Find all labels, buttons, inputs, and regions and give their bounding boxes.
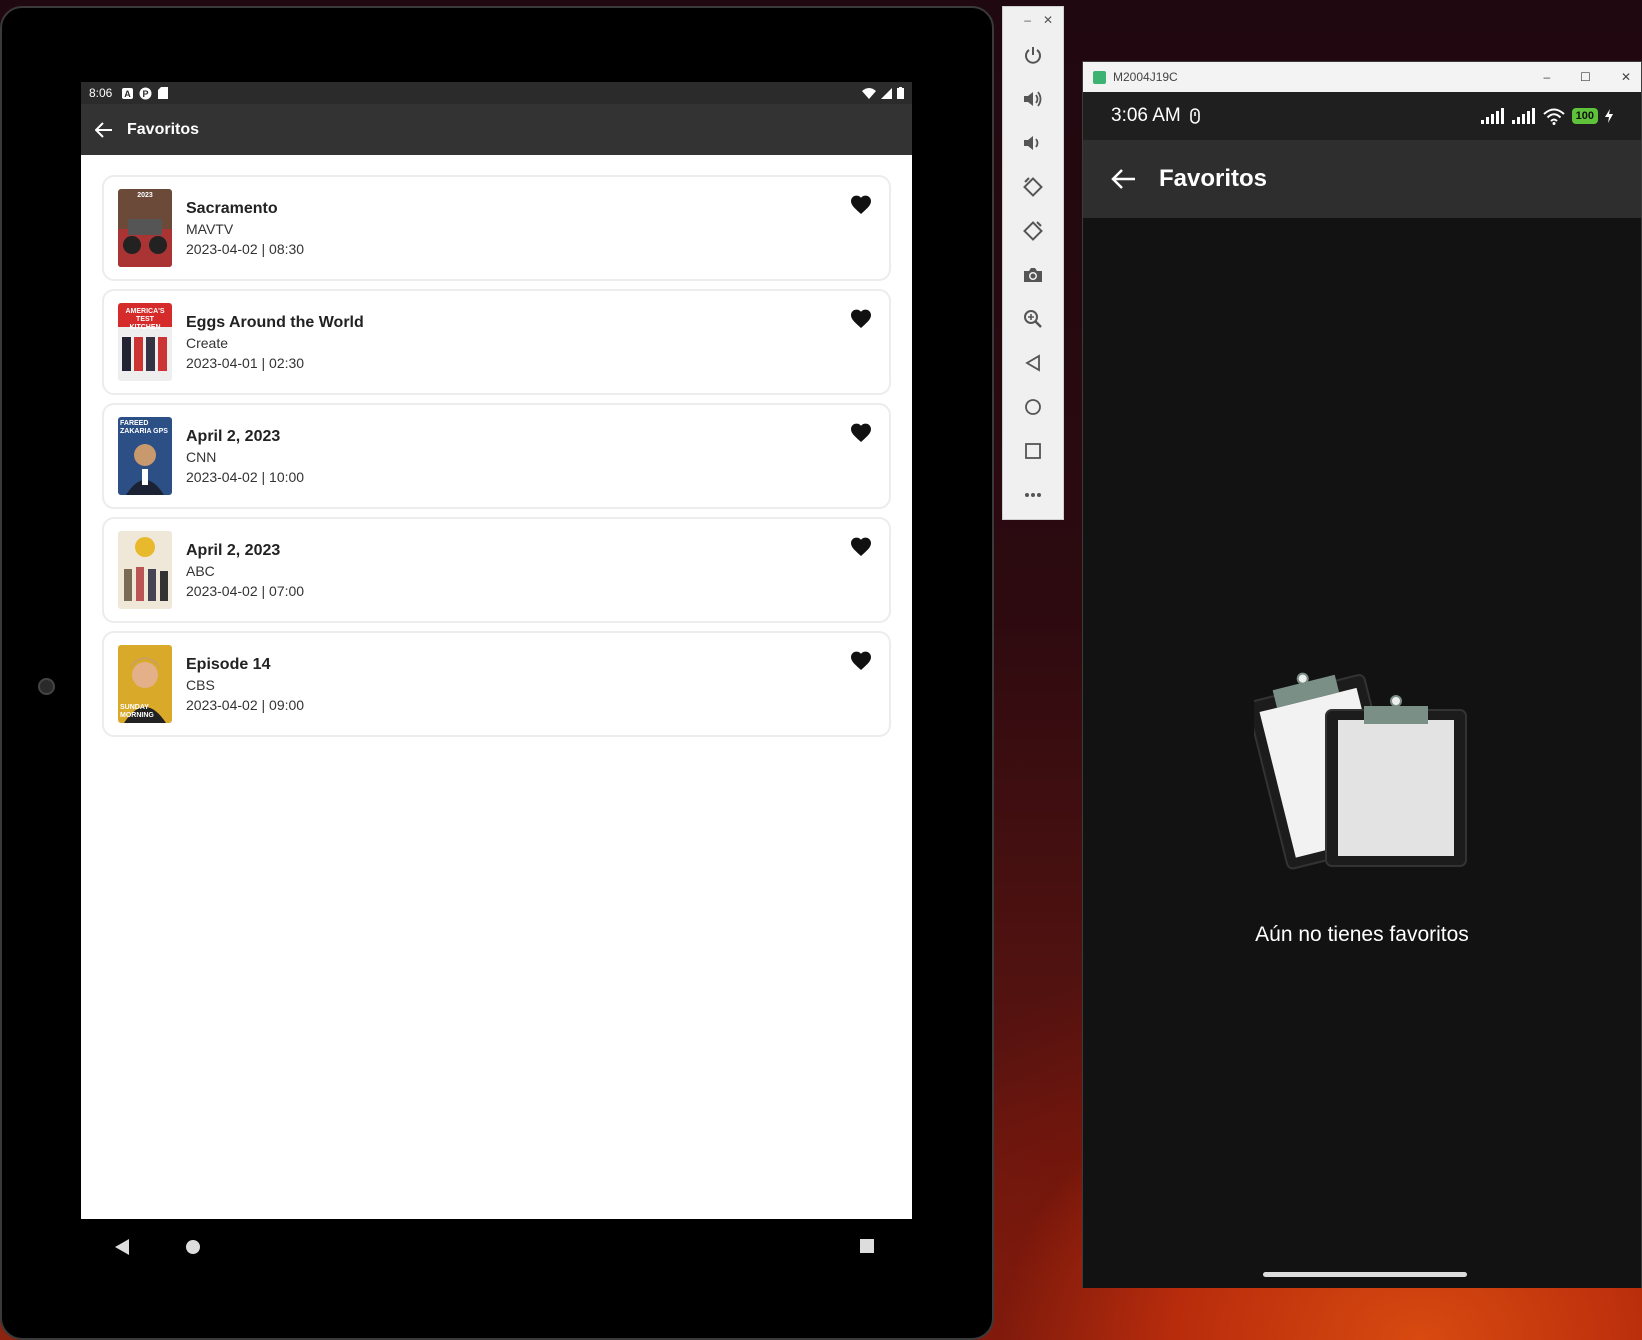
favorite-card[interactable]: SUNDAY MORNING Episode 14 CBS 2023-04-02…: [102, 631, 891, 737]
heart-icon[interactable]: [849, 535, 873, 559]
notification-p-icon: P: [139, 87, 152, 99]
program-datetime: 2023-04-02 | 08:30: [186, 240, 305, 257]
favorites-list: 2023 Sacramento MAVTV 2023-04-02 | 08:30…: [81, 155, 912, 737]
rotate-left-icon[interactable]: [1003, 165, 1063, 209]
signal-icon: [1480, 108, 1504, 124]
minimize-icon[interactable]: –: [1543, 70, 1550, 84]
program-title: Eggs Around the World: [186, 313, 364, 331]
emulator-toolbar: – ✕: [1002, 6, 1064, 520]
favorite-card[interactable]: AMERICA'S TEST KITCHEN Eggs Around the W…: [102, 289, 891, 395]
more-icon[interactable]: [1003, 473, 1063, 517]
tablet-screen: 8:06 A P Favoritos 2023 Sacramento MAVTV…: [81, 82, 912, 1219]
program-datetime: 2023-04-02 | 10:00: [186, 468, 305, 485]
home-icon[interactable]: [1003, 385, 1063, 429]
status-time: 8:06: [89, 86, 113, 100]
program-channel: Create: [186, 334, 229, 351]
close-icon[interactable]: ✕: [1043, 13, 1053, 27]
status-time: 3:06 AM: [1111, 105, 1181, 126]
battery-level: 100: [1575, 110, 1594, 122]
sync-icon: [1189, 108, 1200, 124]
nav-overview-icon[interactable]: [860, 1239, 874, 1253]
program-channel: CNN: [186, 448, 217, 465]
heart-icon[interactable]: [849, 193, 873, 217]
favorite-card[interactable]: April 2, 2023 ABC 2023-04-02 | 07:00: [102, 517, 891, 623]
maximize-icon[interactable]: ☐: [1580, 70, 1591, 84]
battery-icon: 100: [1571, 108, 1598, 124]
program-datetime: 2023-04-01 | 02:30: [186, 354, 305, 371]
program-datetime: 2023-04-02 | 07:00: [186, 582, 305, 599]
program-thumbnail: 2023: [118, 189, 172, 267]
page-title: Favoritos: [127, 120, 200, 138]
power-icon[interactable]: [1003, 33, 1063, 77]
rotate-right-icon[interactable]: [1003, 209, 1063, 253]
clipboard-illustration-icon: [1254, 672, 1467, 870]
back-icon[interactable]: [1003, 341, 1063, 385]
phone-app-bar: Favoritos: [1083, 140, 1641, 218]
phone-status-bar: 3:06 AM 100: [1083, 92, 1641, 140]
gesture-home-bar[interactable]: [1263, 1272, 1467, 1277]
empty-state-message: Aún no tienes favoritos: [1255, 923, 1469, 946]
zoom-icon[interactable]: [1003, 297, 1063, 341]
back-arrow-icon[interactable]: [95, 121, 113, 138]
favorite-card[interactable]: FAREED ZAKARIA GPS April 2, 2023 CNN 202…: [102, 403, 891, 509]
app-logo-icon: [1093, 70, 1106, 84]
program-title: Sacramento: [186, 199, 278, 217]
minimize-icon[interactable]: –: [1024, 13, 1031, 27]
signal-icon: [1511, 108, 1535, 124]
favorite-card[interactable]: 2023 Sacramento MAVTV 2023-04-02 | 08:30: [102, 175, 891, 281]
page-title: Favoritos: [1159, 165, 1268, 192]
program-thumbnail: AMERICA'S TEST KITCHEN: [118, 303, 172, 381]
charging-icon: [1605, 109, 1613, 123]
program-channel: CBS: [186, 676, 215, 693]
phone-content: Aún no tienes favoritos: [1083, 218, 1641, 1288]
window-title: M2004J19C: [1113, 70, 1178, 84]
heart-icon[interactable]: [849, 307, 873, 331]
wifi-icon: [1542, 108, 1565, 125]
svg-text:P: P: [143, 89, 149, 99]
signal-icon: [881, 87, 892, 99]
volume-down-icon[interactable]: [1003, 121, 1063, 165]
program-thumbnail: [118, 531, 172, 609]
window-title-bar: M2004J19C – ☐ ✕: [1083, 62, 1641, 92]
program-thumbnail: SUNDAY MORNING: [118, 645, 172, 723]
program-thumbnail: FAREED ZAKARIA GPS: [118, 417, 172, 495]
volume-up-icon[interactable]: [1003, 77, 1063, 121]
tablet-status-bar: 8:06 A P: [81, 82, 912, 104]
phone-mirror-window: M2004J19C – ☐ ✕ 3:06 AM 100 Favoritos Aú…: [1082, 61, 1642, 1288]
sd-card-icon: [158, 87, 169, 99]
notification-a-icon: A: [122, 87, 134, 99]
tablet-nav-bar: [81, 1219, 912, 1273]
battery-icon: [897, 87, 904, 99]
program-title: April 2, 2023: [186, 427, 281, 445]
program-title: Episode 14: [186, 655, 271, 673]
tablet-app-bar: Favoritos: [81, 104, 912, 155]
program-channel: ABC: [186, 562, 215, 579]
program-datetime: 2023-04-02 | 09:00: [186, 696, 305, 713]
svg-text:A: A: [125, 89, 132, 99]
back-arrow-icon[interactable]: [1111, 168, 1137, 190]
close-icon[interactable]: ✕: [1621, 70, 1631, 84]
program-title: April 2, 2023: [186, 541, 281, 559]
program-channel: MAVTV: [186, 220, 234, 237]
camera-icon[interactable]: [1003, 253, 1063, 297]
overview-icon[interactable]: [1003, 429, 1063, 473]
wifi-icon: [862, 87, 876, 99]
nav-back-icon[interactable]: [115, 1239, 129, 1255]
nav-home-icon[interactable]: [186, 1240, 200, 1254]
camera-icon: [38, 678, 55, 695]
heart-icon[interactable]: [849, 649, 873, 673]
heart-icon[interactable]: [849, 421, 873, 445]
